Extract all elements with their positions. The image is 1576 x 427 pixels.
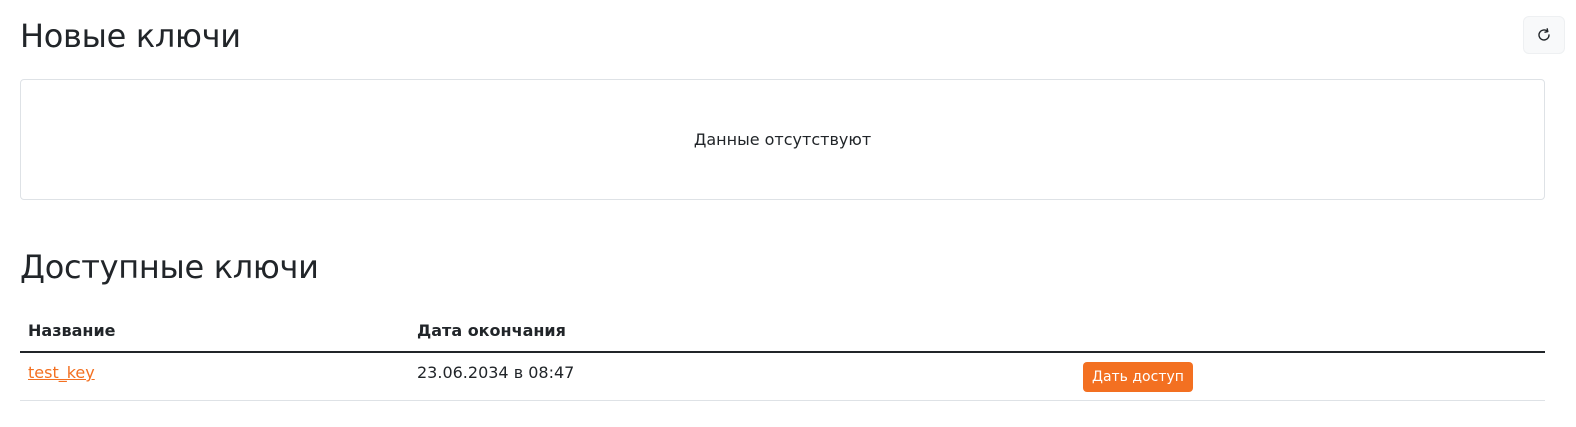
refresh-button[interactable] xyxy=(1523,16,1565,54)
new-keys-empty-card: Данные отсутствуют xyxy=(20,79,1545,200)
column-header-actions xyxy=(1075,312,1545,353)
available-keys-table: Название Дата окончания test_key 23.06.2… xyxy=(20,312,1545,401)
cell-name: test_key xyxy=(20,352,409,401)
key-name-link[interactable]: test_key xyxy=(28,363,95,382)
refresh-icon xyxy=(1538,28,1550,41)
new-keys-title: Новые ключи xyxy=(20,17,241,55)
available-keys-title: Доступные ключи xyxy=(20,248,319,286)
grant-access-button[interactable]: Дать доступ xyxy=(1083,362,1193,392)
page: Новые ключи Данные отсутствуют Доступные… xyxy=(0,0,1576,427)
table-header-row: Название Дата окончания xyxy=(20,312,1545,353)
column-header-name: Название xyxy=(20,312,409,353)
table-row: test_key 23.06.2034 в 08:47 Дать доступ xyxy=(20,352,1545,401)
new-keys-header: Новые ключи xyxy=(20,0,1565,72)
empty-state-text: Данные отсутствуют xyxy=(693,130,872,149)
cell-actions: Дать доступ xyxy=(1075,352,1545,401)
cell-expiry: 23.06.2034 в 08:47 xyxy=(409,352,1075,401)
column-header-expiry: Дата окончания xyxy=(409,312,1075,353)
